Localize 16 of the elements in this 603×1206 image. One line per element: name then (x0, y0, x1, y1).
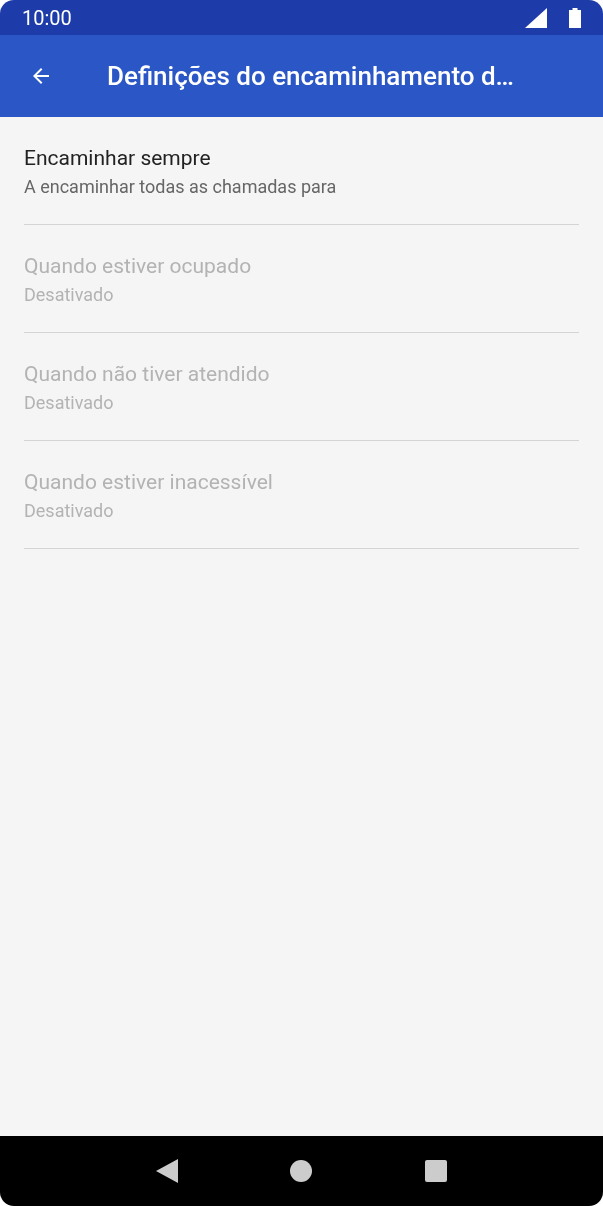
status-time: 10:00 (22, 5, 72, 30)
setting-summary: Desativado (24, 392, 115, 413)
setting-title: Quando estiver inacessível (24, 470, 274, 494)
setting-item[interactable]: Encaminhar sempre A encaminhar todas as chamadas para (24, 117, 579, 225)
battery-icon (569, 7, 581, 28)
setting-title: Quando estiver ocupado (24, 254, 253, 278)
signal-icon (525, 7, 547, 28)
recents-icon[interactable] (424, 1160, 447, 1182)
setting-summary: Desativado (24, 284, 115, 305)
screen-title: Definições do encaminhamento d… (107, 61, 515, 91)
home-icon[interactable] (290, 1160, 313, 1182)
back-icon[interactable] (156, 1159, 179, 1183)
setting-summary: Desativado (24, 500, 115, 521)
setting-title: Quando não tiver atendido (24, 362, 271, 386)
setting-title: Encaminhar sempre (24, 146, 212, 170)
setting-summary: A encaminhar todas as chamadas para (24, 176, 338, 197)
